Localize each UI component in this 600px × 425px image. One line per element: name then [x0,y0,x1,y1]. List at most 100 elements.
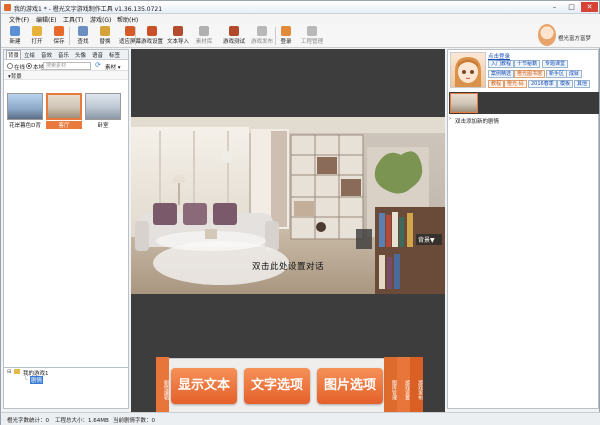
source-row: 在线 本地 搜索素材 ⟳ 素材 ▾ [4,61,128,71]
window-title: 我的游戏1 * - 橙光文字游戏制作工具 v1.36.135.0721 [14,6,163,13]
profile-avatar[interactable] [450,52,486,88]
menu-tools[interactable]: 工具(T) [63,15,83,24]
asset-library-button[interactable]: 素材库 [192,25,216,47]
menu-edit[interactable]: 编辑(E) [36,15,56,24]
refresh-icon[interactable]: ⟳ [95,61,101,69]
pill-other[interactable]: 其他 [574,80,591,88]
resource-tabs: 背景 立绘 音效 音乐 头像 语音 标签 [4,50,128,60]
scene-strip-thumb[interactable] [450,93,478,113]
status-word-count: 橙光字数统计：0 [7,418,49,424]
tab-portrait[interactable]: 立绘 [23,51,36,59]
pill-spring[interactable]: 2016春季 [528,80,557,88]
pill-tips[interactable]: 十节秘籍 [514,60,541,68]
local-radio[interactable] [26,63,32,69]
find-button[interactable]: 查找 [71,25,95,47]
folder-icon [14,369,20,374]
toolbar: 新建 打开 保存 查找 替换 适应屏幕 游戏设置 文本导入 素材库 游戏测试 游… [1,24,600,48]
save-icon [54,26,64,36]
user-greeting: 橙光富方富梦 [558,36,592,42]
close-button[interactable]: ✕ [581,2,598,12]
tree-expand-icon[interactable]: ⊟ [7,369,12,375]
save-button[interactable]: 保存 [47,25,71,47]
resource-panel: 背景 立绘 音效 音乐 头像 语音 标签 在线 本地 搜索素材 ⟳ 素材 ▾ ▾… [3,49,129,409]
anime-avatar-icon [455,57,481,87]
bg-thumb-2-label: 客厅 [46,121,82,129]
pill-class[interactable]: 专题课堂 [542,60,569,68]
text-import-icon [173,26,183,36]
status-scene-words: 当前剧情字数：0 [113,418,155,424]
asset-library-icon [199,26,209,36]
game-settings-tab[interactable]: 游戏设置 [397,357,410,414]
show-text-button[interactable]: 显示文本 [171,368,237,404]
game-publish-button[interactable]: 游戏发布 [247,25,277,47]
minimize-button[interactable]: – [546,2,563,12]
pill-template[interactable]: 模板 [557,80,574,88]
pill-orangecode[interactable]: 橙光·码 [504,80,527,88]
login-button[interactable]: 登录 [274,25,298,47]
scene-badge[interactable]: 背景▼ [418,236,435,244]
menu-game[interactable]: 游戏(G) [90,15,111,24]
game-settings-icon [147,26,157,36]
toolbar-divider [135,27,136,45]
menu-bar: 文件(F) 编辑(E) 工具(T) 游戏(G) 帮助(H) [1,14,600,24]
new-file-icon [10,26,20,36]
tab-sfx[interactable]: 音效 [40,51,53,59]
bg-thumb-3[interactable] [85,93,121,120]
tab-background[interactable]: 背景 [6,50,22,59]
game-test-button[interactable]: 游戏测试 [219,25,249,47]
pill-library[interactable]: 橙光图书馆 [514,70,546,78]
replace-icon [100,26,110,36]
fit-screen-icon [125,26,135,36]
login-icon [281,26,291,36]
pill-tutorial[interactable]: 教程 [488,80,505,88]
image-option-button[interactable]: 图片选项 [317,368,383,404]
new-button[interactable]: 新建 [3,25,27,47]
assets-dropdown[interactable]: 素材 ▾ [105,63,121,71]
group-header[interactable]: ▾背景 [4,71,128,80]
pill-beginner[interactable]: 入门教程 [488,60,515,68]
app-window: 我的游戏1 * - 橙光文字游戏制作工具 v1.36.135.0721 – □ … [0,0,600,425]
open-button[interactable]: 打开 [25,25,49,47]
toolbar-divider [69,27,70,45]
replace-button[interactable]: 替换 [93,25,117,47]
game-test-icon [229,26,239,36]
tree-child[interactable]: 剧情 [30,376,44,384]
bg-thumb-1-label: 花岸暮色D背 [9,123,41,129]
status-bar: 橙光字数统计：0 工程总大小：1.64MB 当前剧情字数：0 [1,412,600,425]
pill-achievement[interactable]: 成就 [566,70,583,78]
watermark: 系统之家 [459,375,524,394]
menu-file[interactable]: 文件(F) [9,15,29,24]
open-folder-icon [32,26,42,36]
project-manage-button[interactable]: 工程管理 [297,25,327,47]
online-radio[interactable] [7,63,13,69]
pill-cases[interactable]: 案例精选 [488,70,515,78]
dialog-hint[interactable]: 双击此处设置对话 [131,260,445,272]
bg-thumb-1[interactable] [7,93,43,120]
right-panel: 点击登录 入门教程 十节秘籍 专题课堂 案例精选 橙光图书馆 新手区 成就 教程… [447,49,599,409]
bg-thumb-2[interactable] [46,93,82,120]
image-manage-tab[interactable]: 图库管理 [384,357,397,414]
find-icon [78,26,88,36]
maximize-button[interactable]: □ [563,2,580,12]
chevron-right-icon: › [449,116,452,122]
tab-music[interactable]: 音乐 [57,51,70,59]
online-label: 在线 [14,65,26,71]
tab-tag[interactable]: 标签 [108,51,121,59]
add-scene-hint[interactable]: 双击添加新的剧情 [455,117,499,125]
tab-avatar[interactable]: 头像 [74,51,87,59]
game-publish-tab[interactable]: 游戏发布 [410,357,423,414]
menu-help[interactable]: 帮助(H) [117,15,138,24]
text-import-button[interactable]: 文本导入 [163,25,193,47]
text-option-button[interactable]: 文字选项 [244,368,310,404]
login-link[interactable]: 点击登录 [488,52,510,60]
tab-voice[interactable]: 语音 [91,51,104,59]
user-avatar[interactable] [538,24,556,46]
scene-strip [449,92,599,114]
project-tree: ⊟ 我的游戏1 └ 剧情 [3,367,129,409]
app-icon [4,4,11,11]
search-input[interactable]: 搜索素材 [43,62,91,70]
bg-thumb-3-label: 卧室 [97,123,109,129]
pill-newbie[interactable]: 新手区 [546,70,568,78]
stage-canvas: 背景▼ 双击此处设置对话 剧情编辑 图库管理 游戏设置 游戏发布 显示文本 文字… [131,49,445,414]
story-edit-tab[interactable]: 剧情编辑 [156,357,169,414]
